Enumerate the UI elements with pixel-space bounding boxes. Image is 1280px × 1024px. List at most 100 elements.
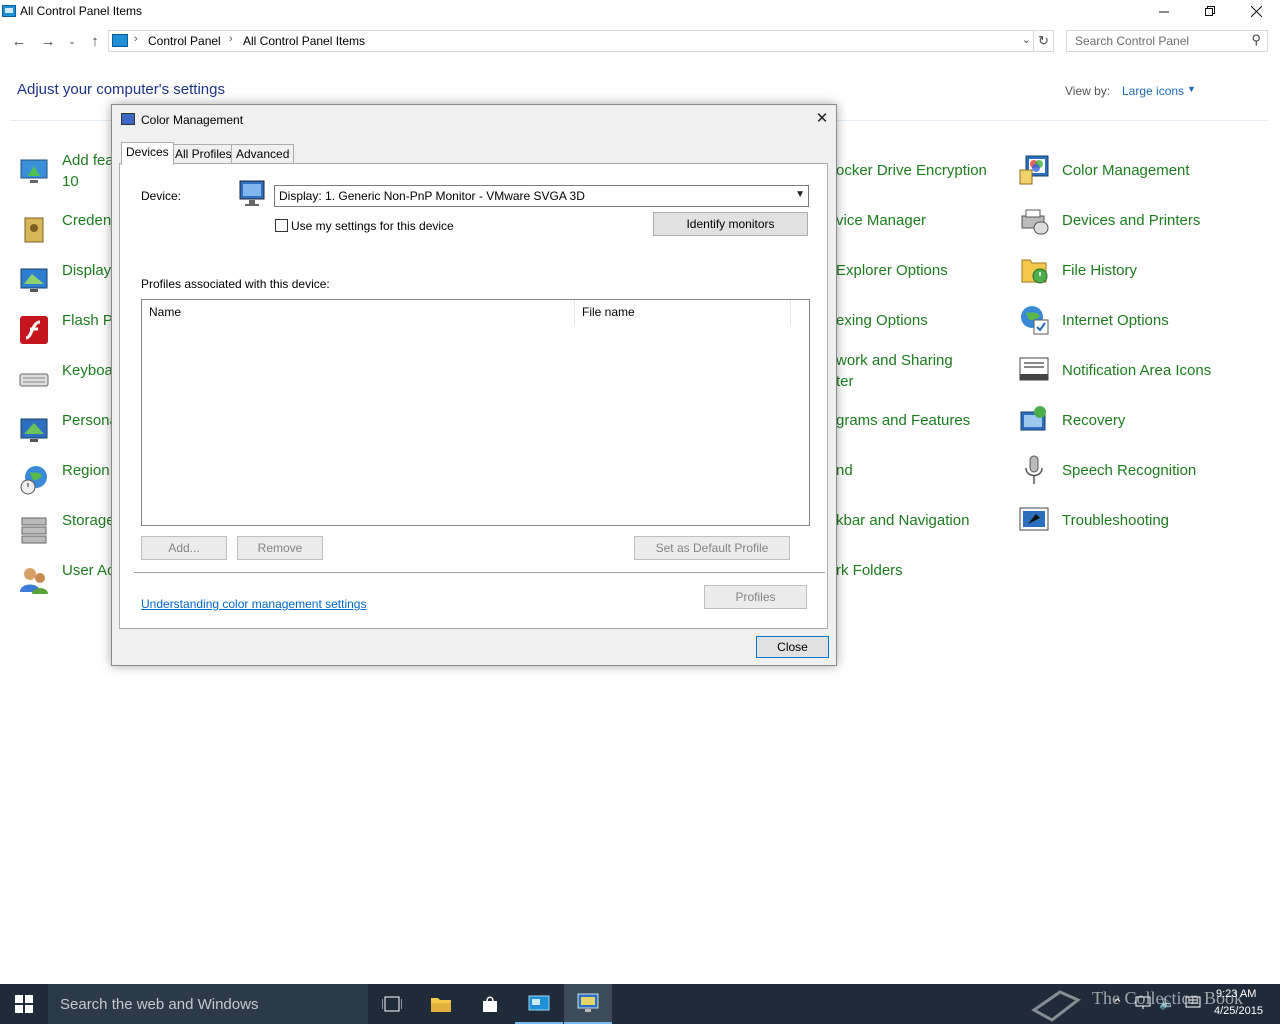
taskbar-control-panel[interactable] [515, 984, 563, 1024]
address-dropdown-icon[interactable]: ⌄ [1022, 33, 1031, 46]
task-view-button[interactable] [368, 984, 416, 1024]
navigation-bar: ← → ⌄ ↑ › Control Panel › All Control Pa… [0, 26, 1280, 56]
keyboard-icon [19, 373, 49, 387]
use-my-settings-checkbox[interactable] [275, 219, 288, 232]
add-features-icon [20, 159, 48, 183]
restore-button[interactable] [1187, 0, 1233, 22]
identify-monitors-button[interactable]: Identify monitors [653, 212, 808, 236]
taskbar-search-box[interactable]: Search the web and Windows [48, 984, 368, 1024]
caret-down-icon[interactable]: ▼ [1187, 84, 1196, 94]
clock-date[interactable]: 4/25/2015 [1214, 1005, 1263, 1017]
arrow-right-icon: → [40, 32, 56, 50]
item-label-line2: ter [836, 373, 854, 390]
item-label: File History [1062, 262, 1138, 279]
item-label: Notification Area Icons [1062, 362, 1212, 379]
item-label: User Ac [62, 562, 115, 579]
breadcrumb-all-items[interactable]: All Control Panel Items [243, 34, 365, 48]
monitor-icon [239, 180, 265, 206]
item-label: ocker Drive Encryption [836, 162, 987, 179]
item-label: Region [62, 462, 110, 479]
windows-logo-icon [15, 995, 33, 1013]
item-label: Troubleshooting [1062, 512, 1170, 529]
dialog-close-button[interactable]: ✕ [812, 108, 832, 128]
use-my-settings-label[interactable]: Use my settings for this device [291, 219, 454, 233]
color-management-dialog: Color Management ✕ Devices All Profiles … [111, 104, 837, 666]
item-label: Display [62, 262, 112, 279]
view-by-dropdown[interactable]: Large icons [1122, 84, 1184, 98]
taskbar: Search the web and Windows ⌃ 🔈 The Colle… [0, 984, 1280, 1024]
chevron-down-icon: ⌄ [68, 35, 76, 46]
recovery-icon [1020, 406, 1046, 431]
back-button[interactable]: ← [9, 31, 29, 51]
control-panel-icon [2, 5, 16, 17]
device-value: Display: 1. Generic Non-PnP Monitor - VM… [279, 189, 585, 203]
item-label: Storage [62, 512, 115, 529]
internet-options-icon [1021, 306, 1049, 335]
set-default-profile-button[interactable]: Set as Default Profile [634, 536, 790, 560]
item-label: Devices and Printers [1062, 212, 1201, 229]
page-heading: Adjust your computer's settings [17, 81, 225, 98]
address-bar[interactable]: › Control Panel › All Control Panel Item… [108, 30, 1034, 52]
dialog-title: Color Management [141, 113, 244, 127]
item-label: Recovery [1062, 412, 1126, 429]
search-input[interactable]: Search Control Panel ⚲ [1066, 30, 1268, 52]
item-label: Internet Options [1062, 312, 1169, 329]
window-titlebar: All Control Panel Items [0, 0, 1280, 22]
restore-icon [1204, 5, 1215, 16]
color-management-help-link[interactable]: Understanding color management settings [141, 597, 366, 611]
store-icon [483, 996, 497, 1012]
close-icon: ✕ [815, 110, 829, 127]
item-label: exing Options [836, 312, 928, 329]
item-label: Creden [62, 212, 112, 229]
profiles-list[interactable]: Name File name [141, 299, 810, 526]
taskbar-file-explorer[interactable] [417, 984, 465, 1024]
refresh-icon: ↻ [1038, 33, 1049, 48]
taskbar-store[interactable] [466, 984, 514, 1024]
up-button[interactable]: ↑ [85, 31, 105, 51]
column-header-file-name[interactable]: File name [575, 300, 791, 325]
add-profile-button[interactable]: Add... [141, 536, 227, 560]
minimize-icon [1158, 11, 1169, 12]
minimize-button[interactable] [1141, 0, 1187, 22]
breadcrumb-separator-icon[interactable]: › [134, 33, 138, 45]
item-label: Speech Recognition [1062, 462, 1197, 479]
recent-locations-button[interactable]: ⌄ [62, 31, 82, 51]
item-label: rk Folders [836, 562, 903, 579]
profiles-button[interactable]: Profiles [704, 585, 807, 609]
arrow-left-icon: ← [11, 32, 27, 50]
close-window-button[interactable] [1233, 0, 1279, 22]
remove-profile-button[interactable]: Remove [237, 536, 323, 560]
credential-manager-icon [24, 217, 44, 243]
tab-advanced[interactable]: Advanced [231, 144, 295, 164]
item-label: Color Management [1062, 162, 1190, 179]
device-dropdown[interactable]: Display: 1. Generic Non-PnP Monitor - VM… [274, 185, 809, 207]
control-panel-icon [112, 34, 128, 47]
view-by-label: View by: [1065, 84, 1111, 98]
forward-button[interactable]: → [38, 31, 58, 51]
item-label: kbar and Navigation [836, 512, 970, 529]
breadcrumb-control-panel[interactable]: Control Panel [148, 34, 221, 48]
start-button[interactable] [0, 984, 48, 1024]
close-button[interactable]: Close [756, 636, 829, 658]
color-management-icon [121, 113, 135, 125]
search-icon[interactable]: ⚲ [1251, 32, 1261, 48]
tab-devices[interactable]: Devices [121, 142, 174, 165]
item-label: Persona [62, 412, 118, 429]
taskbar-color-management[interactable] [564, 984, 612, 1024]
item-label-line2: 10 [62, 173, 79, 190]
notification-area-icon [1019, 357, 1049, 381]
clock-time[interactable]: 9:23 AM [1216, 988, 1256, 1000]
display-icon [20, 268, 48, 292]
window-title: All Control Panel Items [20, 4, 143, 18]
close-icon [1250, 5, 1262, 17]
task-view-icon [382, 996, 402, 1012]
refresh-button[interactable]: ↻ [1034, 30, 1054, 52]
item-label: vice Manager [836, 212, 927, 229]
tab-all-profiles[interactable]: All Profiles [170, 144, 237, 164]
breadcrumb-separator-icon[interactable]: › [229, 33, 233, 45]
color-management-icon [577, 993, 599, 1012]
arrow-up-icon: ↑ [91, 32, 99, 50]
storage-spaces-icon [21, 517, 47, 544]
folder-icon [431, 998, 451, 1012]
column-header-name[interactable]: Name [142, 300, 575, 325]
